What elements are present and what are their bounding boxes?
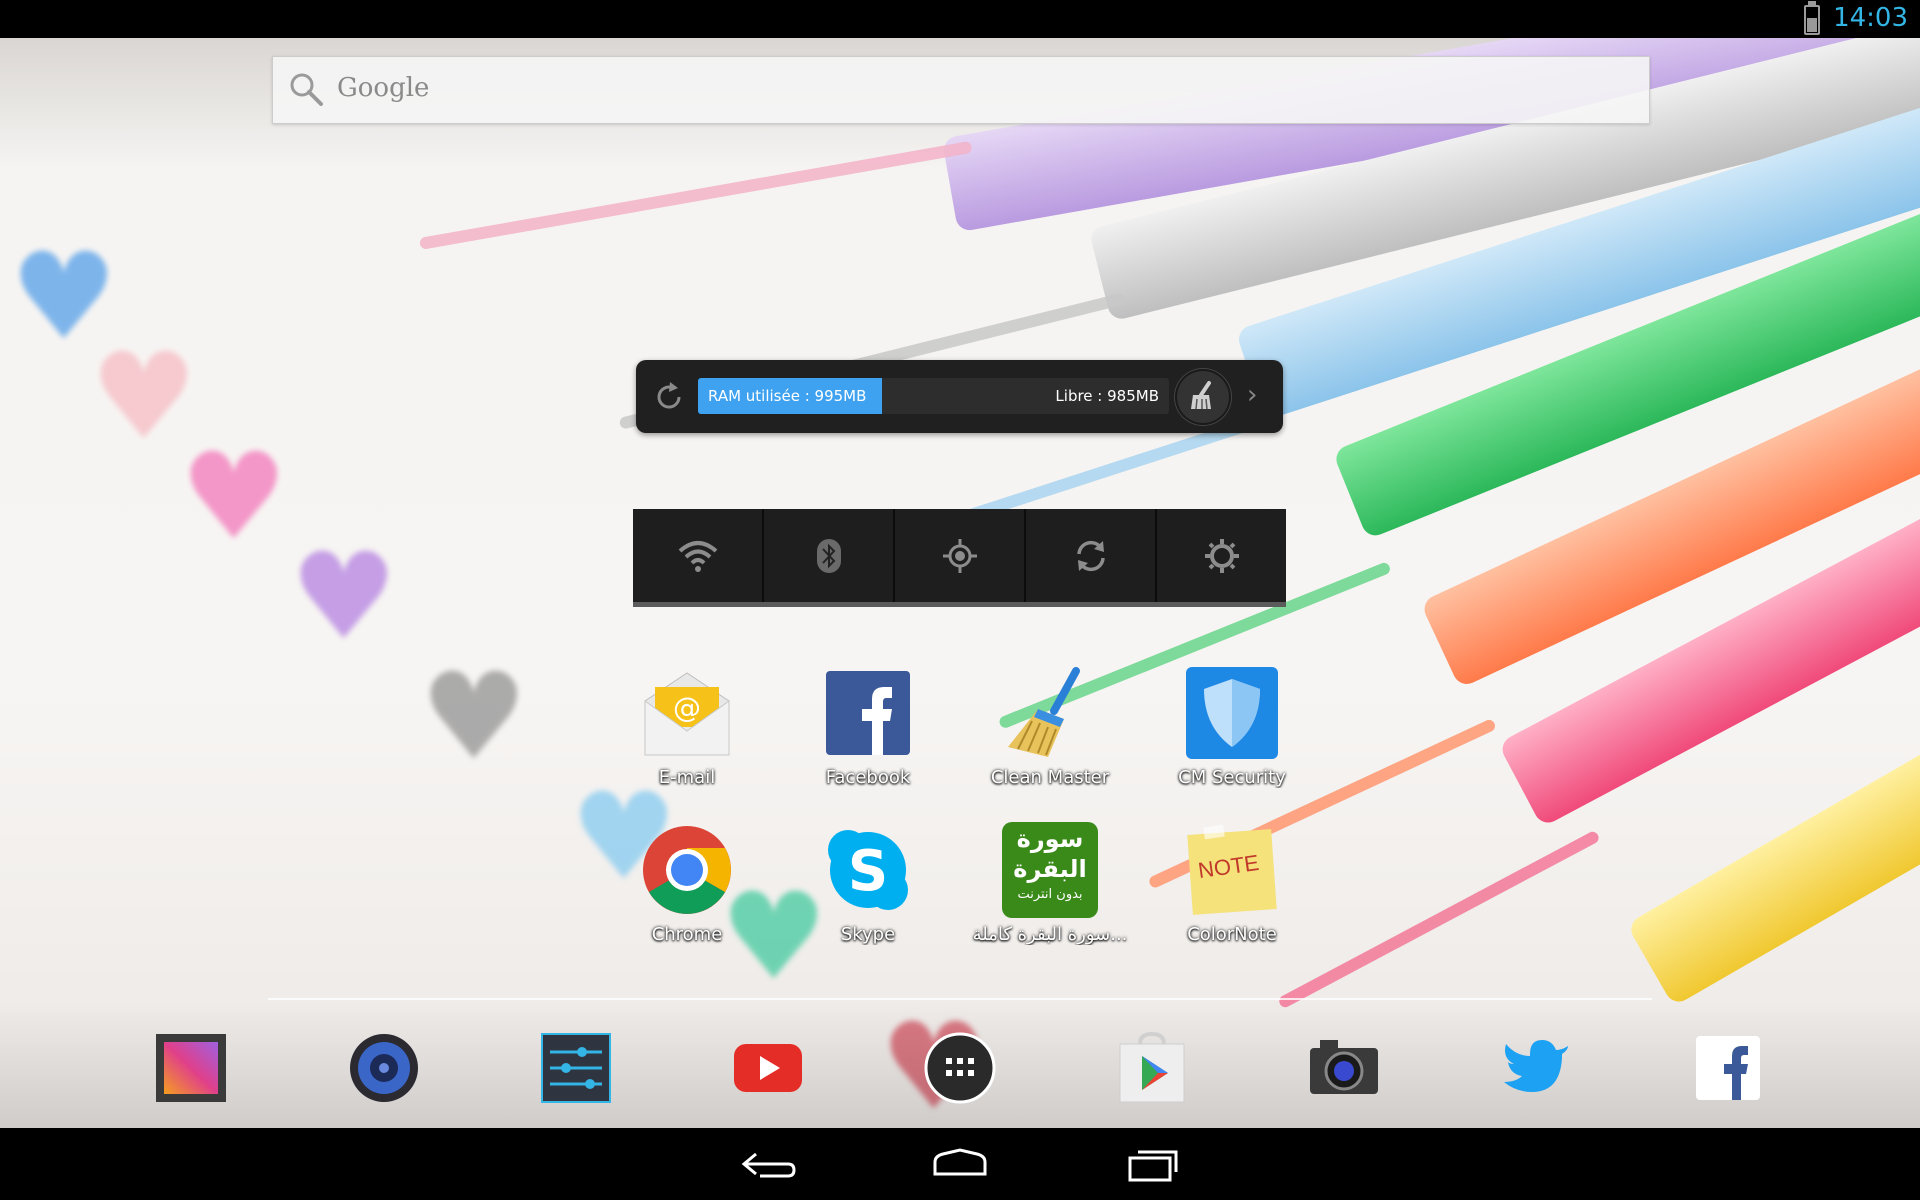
bluetooth-icon <box>816 538 841 573</box>
gps-icon <box>942 538 977 573</box>
ram-free-label: Libre : 985MB <box>1055 387 1159 405</box>
quran-app-icon: سورة البقرة بدون انترنت <box>1002 822 1098 918</box>
facebook-icon <box>1696 1036 1760 1100</box>
dock-gallery[interactable] <box>154 1030 230 1106</box>
recent-apps-button[interactable] <box>1118 1142 1188 1186</box>
dock-youtube[interactable] <box>730 1030 806 1106</box>
youtube-icon <box>734 1044 802 1092</box>
facebook-icon <box>826 671 910 755</box>
sync-icon <box>1076 540 1105 571</box>
dock-play-store[interactable] <box>1114 1030 1190 1106</box>
play-store-icon <box>1119 1031 1185 1103</box>
dock-settings[interactable] <box>538 1030 614 1106</box>
email-icon: @ <box>644 672 730 756</box>
status-bar: 14:03 <box>0 0 1920 38</box>
dock-facebook[interactable] <box>1690 1030 1766 1106</box>
chevron-right-icon[interactable]: › <box>1247 380 1257 410</box>
quran-icon-text-bottom: بدون انترنت <box>1017 887 1083 902</box>
home-button[interactable] <box>925 1142 995 1186</box>
brightness-icon <box>1204 538 1239 573</box>
dock-app-drawer[interactable] <box>922 1030 998 1106</box>
refresh-icon[interactable] <box>652 380 686 414</box>
wallpaper-heart: ♥ <box>420 648 528 787</box>
clean-button[interactable] <box>1175 369 1231 425</box>
broom-icon <box>1191 381 1211 410</box>
quran-icon-text-mid: البقرة <box>1013 855 1087 883</box>
status-clock: 14:03 <box>1833 3 1908 33</box>
wallpaper-heart: ♥ <box>180 428 288 567</box>
app-cm-security[interactable]: CM Security <box>1147 665 1317 788</box>
bluetooth-toggle[interactable] <box>764 509 895 602</box>
gallery-icon <box>156 1034 226 1102</box>
ram-usage-bar: RAM utilisée : 995MB Libre : 985MB <box>698 378 1169 414</box>
battery-icon <box>1804 1 1820 35</box>
back-button[interactable] <box>732 1142 802 1186</box>
search-icon <box>290 73 323 106</box>
navigation-bar <box>0 1128 1920 1200</box>
shield-icon <box>1186 667 1278 759</box>
app-facebook[interactable]: Facebook <box>783 665 953 788</box>
app-label: E-mail <box>658 767 716 788</box>
app-drawer-icon <box>924 1032 996 1104</box>
app-skype[interactable]: S Skype <box>783 822 953 945</box>
app-label: CM Security <box>1178 767 1286 788</box>
quran-icon-text-top: سورة <box>1016 825 1084 853</box>
app-label: Chrome <box>651 924 723 945</box>
app-chrome[interactable]: Chrome <box>602 822 772 945</box>
app-email[interactable]: @ E-mail <box>602 665 772 788</box>
wifi-toggle[interactable] <box>633 509 764 602</box>
app-label: سورة البقرة كاملة... <box>972 924 1128 945</box>
recent-apps-icon <box>1128 1150 1178 1182</box>
svg-text:S: S <box>848 839 888 904</box>
app-label: Clean Master <box>990 767 1110 788</box>
ram-booster-widget: RAM utilisée : 995MB Libre : 985MB › <box>636 360 1283 433</box>
app-colornote[interactable]: NOTE ColorNote <box>1147 822 1317 945</box>
chrome-icon <box>643 826 731 914</box>
search-label: Google <box>337 73 430 103</box>
wifi-icon <box>678 540 717 572</box>
ram-used-label: RAM utilisée : 995MB <box>708 387 867 405</box>
camera-icon <box>1310 1040 1378 1094</box>
settings-sliders-icon <box>541 1033 611 1103</box>
back-icon <box>741 1152 796 1178</box>
broom-icon <box>1008 667 1080 757</box>
brightness-toggle[interactable] <box>1157 509 1286 602</box>
app-quran-baqarah[interactable]: سورة البقرة بدون انترنت سورة البقرة كامل… <box>965 822 1135 945</box>
google-search-bar[interactable]: Google <box>272 56 1650 124</box>
wallpaper-pen-tip <box>418 140 973 250</box>
svg-text:@: @ <box>673 691 701 724</box>
app-label: Skype <box>840 924 896 945</box>
wallpaper-pen-tip <box>1277 829 1601 1010</box>
power-control-widget <box>633 509 1286 607</box>
home-icon <box>933 1148 987 1176</box>
app-label: ColorNote <box>1187 924 1277 945</box>
app-clean-master[interactable]: Clean Master <box>965 665 1135 788</box>
dock-twitter[interactable] <box>1498 1030 1574 1106</box>
sync-toggle[interactable] <box>1026 509 1157 602</box>
app-label: Facebook <box>825 767 911 788</box>
music-icon <box>350 1034 418 1102</box>
skype-icon: S <box>828 830 908 910</box>
dock-camera[interactable] <box>1306 1030 1382 1106</box>
twitter-icon <box>1504 1040 1568 1092</box>
dock-music[interactable] <box>346 1030 422 1106</box>
gps-toggle[interactable] <box>895 509 1026 602</box>
wallpaper-heart: ♥ <box>290 528 398 667</box>
